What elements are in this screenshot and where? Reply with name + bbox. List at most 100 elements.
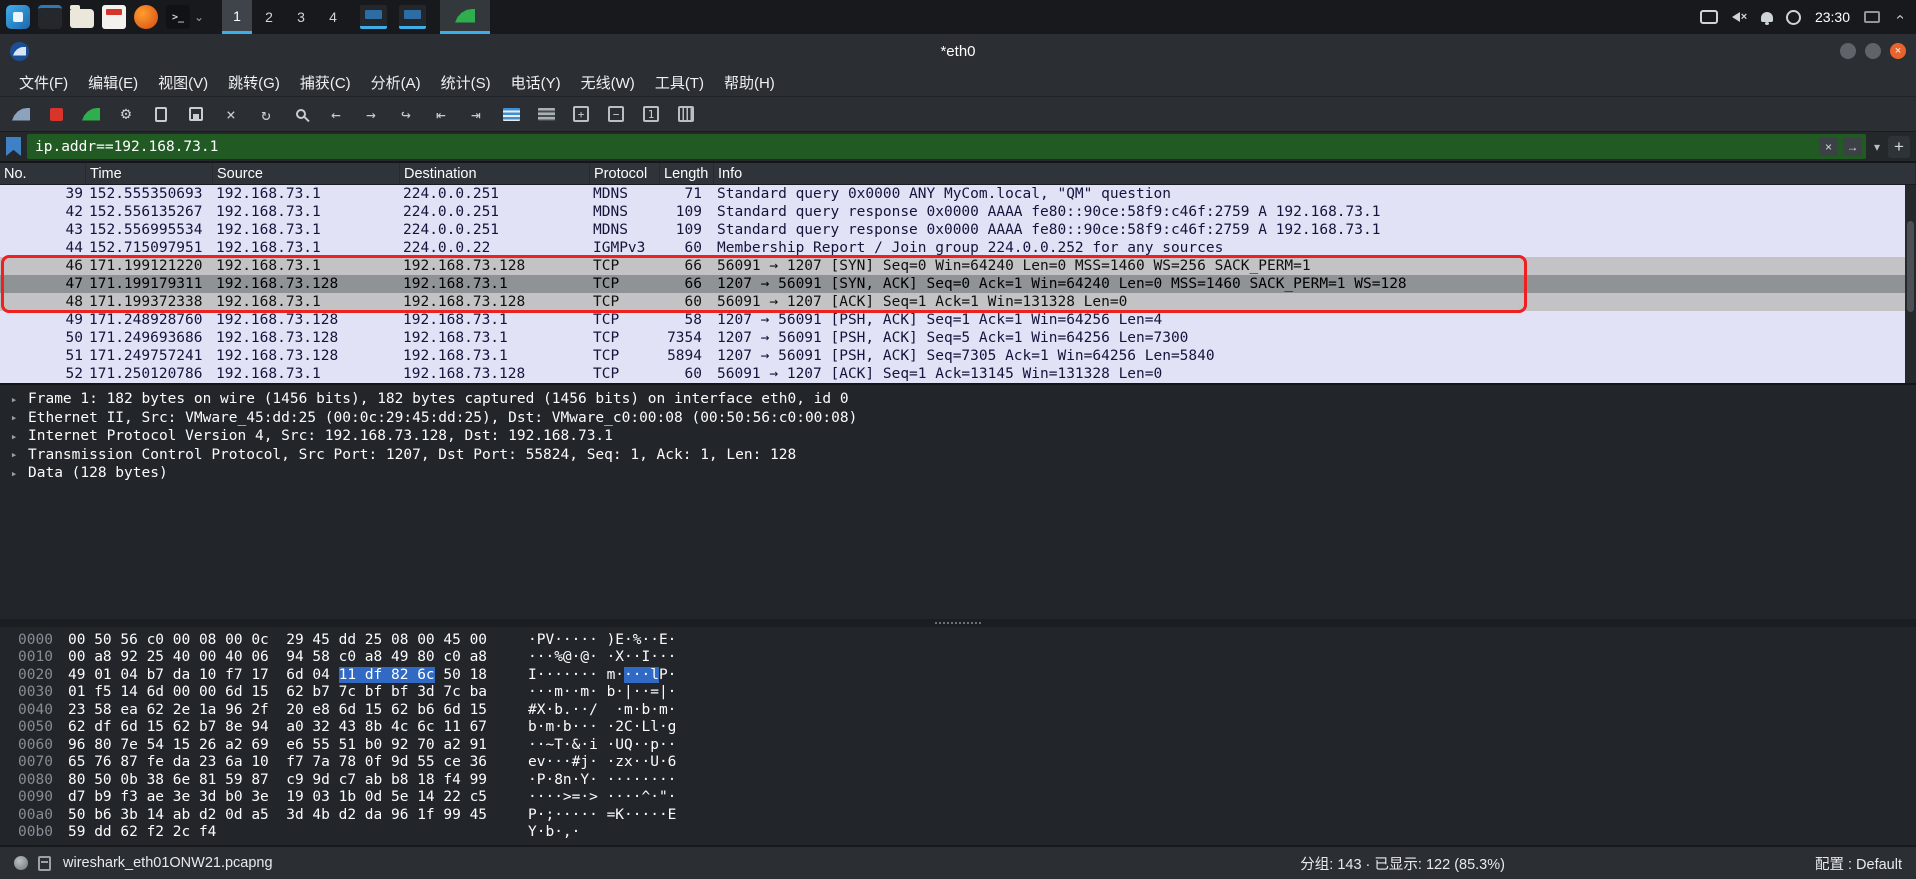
restart-capture-button[interactable] (74, 100, 108, 129)
packet-row-42[interactable]: 42 152.556135267 192.168.73.1 224.0.0.251 MD… (0, 203, 1916, 221)
detail-row-3[interactable]: ▸ Transmission Control Protocol, Src Port… (0, 446, 1916, 465)
terminal-icon[interactable]: >_ (166, 5, 190, 29)
hex-row-00b0[interactable]: 00b0 59 dd 62 f2 2c f4 Y·b·,· (0, 824, 1916, 842)
hex-row-0070[interactable]: 0070 65 76 87 fe da 23 6a 10 f7 7a 78 0f … (0, 754, 1916, 772)
start-capture-button[interactable] (4, 100, 38, 129)
zoom-in-button[interactable]: + (564, 100, 598, 129)
apply-filter-icon[interactable]: → (1842, 137, 1862, 156)
packet-row-46[interactable]: 46 171.199121220 192.168.73.1 192.168.73.12… (0, 257, 1916, 275)
column-header-time[interactable]: Time (86, 163, 213, 184)
expander-icon[interactable]: ▸ (6, 448, 22, 461)
taskbar-wireshark-task[interactable] (440, 0, 491, 34)
menu-tools[interactable]: 工具(T) (646, 69, 713, 96)
display-tray-icon[interactable] (1699, 10, 1718, 24)
hex-row-0000[interactable]: 0000 00 50 56 c0 00 08 00 0c 29 45 dd 25 … (0, 631, 1916, 649)
column-header-src[interactable]: Source (213, 163, 400, 184)
packet-list-scrollbar[interactable] (1905, 185, 1916, 383)
filter-bookmark-icon[interactable] (6, 137, 21, 156)
packet-row-43[interactable]: 43 152.556995534 192.168.73.1 224.0.0.251 MD… (0, 221, 1916, 239)
resize-columns-button[interactable] (669, 100, 703, 129)
hex-row-0030[interactable]: 0030 01 f5 14 6d 00 00 6d 15 62 b7 7c bf … (0, 684, 1916, 702)
packet-row-48[interactable]: 48 171.199372338 192.168.73.1 192.168.73.12… (0, 293, 1916, 311)
detail-row-0[interactable]: ▸ Frame 1: 182 bytes on wire (1456 bits),… (0, 390, 1916, 409)
tray-app-icon[interactable] (1785, 9, 1801, 25)
filter-dropdown-chevron[interactable]: ▾ (1872, 140, 1882, 154)
file-manager-icon[interactable] (70, 5, 94, 28)
panel-settings-icon[interactable] (1864, 11, 1880, 23)
packet-row-51[interactable]: 51 171.249757241 192.168.73.128 192.168.73.… (0, 347, 1916, 365)
hex-row-0060[interactable]: 0060 96 80 7e 54 15 26 a2 69 e6 55 51 b0 … (0, 736, 1916, 754)
go-first-packet-button[interactable]: ⇤ (424, 100, 458, 129)
expander-icon[interactable]: ▸ (6, 393, 22, 406)
hex-row-0010[interactable]: 0010 00 a8 92 25 40 00 40 06 94 58 c0 a8 … (0, 649, 1916, 667)
hex-row-00a0[interactable]: 00a0 50 b6 3b 14 ab d2 0d a5 3d 4b d2 da … (0, 806, 1916, 824)
window-thumbnail-1[interactable] (360, 5, 388, 29)
expander-icon[interactable]: ▸ (6, 411, 22, 424)
zoom-100-button[interactable]: 1 (634, 100, 668, 129)
menu-telephony[interactable]: 电话(Y) (502, 69, 570, 96)
menu-go[interactable]: 跳转(G) (219, 69, 289, 96)
go-to-packet-button[interactable]: ↪ (389, 100, 423, 129)
taskbar-desktop-3[interactable]: 3 (286, 0, 316, 34)
menu-capture[interactable]: 捕获(C) (291, 69, 360, 96)
packet-row-47[interactable]: 47 171.199179311 192.168.73.128 192.168.73.… (0, 275, 1916, 293)
clear-filter-icon[interactable]: × (1818, 137, 1838, 156)
hex-row-0090[interactable]: 0090 d7 b9 f3 ae 3e 3d b0 3e 19 03 1b 0d … (0, 789, 1916, 807)
expander-icon[interactable]: ▸ (6, 467, 22, 480)
app-launcher-icon[interactable] (6, 5, 30, 29)
taskbar-desktop-1[interactable]: 1 (222, 0, 253, 34)
column-header-len[interactable]: Length (660, 163, 714, 184)
stop-capture-button[interactable] (39, 100, 73, 129)
colorize-packets-button[interactable] (494, 100, 528, 129)
packet-row-44[interactable]: 44 152.715097951 192.168.73.1 224.0.0.22 IGM… (0, 239, 1916, 257)
capture-comment-icon[interactable] (38, 855, 51, 871)
hex-row-0050[interactable]: 0050 62 df 6d 15 62 b7 8e 94 a0 32 43 8b … (0, 719, 1916, 737)
detail-row-4[interactable]: ▸ Data (128 bytes) (0, 464, 1916, 483)
menu-view[interactable]: 视图(V) (149, 69, 217, 96)
find-packet-button[interactable] (284, 100, 318, 129)
clock[interactable]: 23:30 (1809, 9, 1856, 25)
display-filter-input[interactable]: ip.addr==192.168.73.1 × → (27, 134, 1866, 159)
volume-muted-icon[interactable]: × (1726, 6, 1748, 28)
hex-row-0020[interactable]: 0020 49 01 04 b7 da 10 f7 17 6d 04 11 df … (0, 666, 1916, 684)
taskbar-desktop-4[interactable]: 4 (318, 0, 348, 34)
browser-icon[interactable] (134, 5, 158, 29)
window-thumbnail-2[interactable] (399, 5, 427, 29)
close-button[interactable]: × (1890, 43, 1906, 59)
expander-icon[interactable]: ▸ (6, 430, 22, 443)
zoom-out-button[interactable]: − (599, 100, 633, 129)
minimize-button[interactable] (1840, 43, 1856, 59)
column-header-no[interactable]: No. (0, 163, 86, 184)
save-file-button[interactable] (179, 100, 213, 129)
menu-statistics[interactable]: 统计(S) (432, 69, 500, 96)
reload-file-button[interactable]: ↻ (249, 100, 283, 129)
titlebar[interactable]: *eth0 × (0, 34, 1916, 68)
launcher-chevron-icon[interactable]: ⌄ (194, 10, 204, 24)
menu-edit[interactable]: 编辑(E) (79, 69, 147, 96)
menu-analyze[interactable]: 分析(A) (362, 69, 430, 96)
taskbar-desktop-2[interactable]: 2 (254, 0, 284, 34)
tray-expander-icon[interactable]: › (1888, 6, 1910, 28)
expert-info-icon[interactable] (14, 856, 28, 870)
window-manager-icon[interactable] (38, 5, 62, 29)
profile-button[interactable]: 配置 : Default (1815, 853, 1902, 874)
menu-wireless[interactable]: 无线(W) (572, 69, 644, 96)
packet-row-50[interactable]: 50 171.249693686 192.168.73.128 192.168.73.… (0, 329, 1916, 347)
detail-row-2[interactable]: ▸ Internet Protocol Version 4, Src: 192.1… (0, 427, 1916, 446)
column-header-proto[interactable]: Protocol (590, 163, 660, 184)
go-last-packet-button[interactable]: ⇥ (459, 100, 493, 129)
close-file-button[interactable]: × (214, 100, 248, 129)
document-app-icon[interactable] (102, 5, 126, 29)
hex-row-0040[interactable]: 0040 23 58 ea 62 2e 1a 96 2f 20 e8 6d 15 … (0, 701, 1916, 719)
packet-row-39[interactable]: 39 152.555350693 192.168.73.1 224.0.0.251 MD… (0, 185, 1916, 203)
notifications-icon[interactable] (1756, 6, 1778, 28)
add-filter-button[interactable]: + (1888, 135, 1910, 158)
column-header-dst[interactable]: Destination (400, 163, 590, 184)
column-header-info[interactable]: Info (714, 163, 1916, 184)
hex-row-0080[interactable]: 0080 80 50 0b 38 6e 81 59 87 c9 9d c7 ab … (0, 771, 1916, 789)
go-back-button[interactable]: ← (319, 100, 353, 129)
go-forward-button[interactable]: → (354, 100, 388, 129)
auto-scroll-button[interactable] (529, 100, 563, 129)
menu-file[interactable]: 文件(F) (10, 69, 77, 96)
maximize-button[interactable] (1865, 43, 1881, 59)
